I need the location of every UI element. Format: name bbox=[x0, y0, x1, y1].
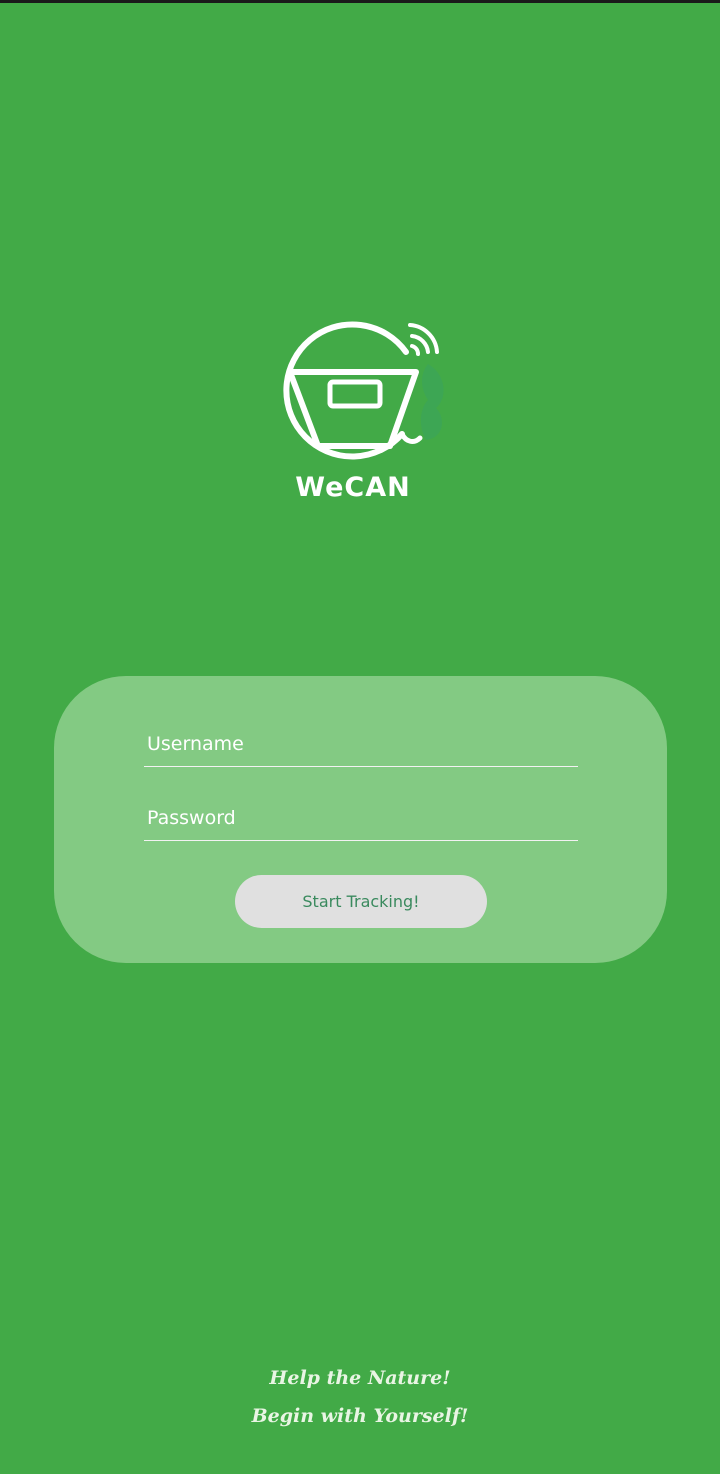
wecan-bin-wifi-icon bbox=[283, 321, 444, 460]
password-field bbox=[144, 796, 578, 841]
login-card: Start Tracking! bbox=[54, 676, 667, 963]
logo-wordmark: WeCAN bbox=[295, 472, 411, 503]
slogan-line-2: Begin with Yourself! bbox=[251, 1405, 469, 1427]
slogan-line-1: Help the Nature! bbox=[269, 1367, 451, 1389]
app-logo: WeCAN bbox=[278, 316, 450, 512]
password-input[interactable] bbox=[144, 796, 578, 840]
status-bar bbox=[0, 0, 720, 3]
username-input[interactable] bbox=[144, 722, 578, 766]
username-field bbox=[144, 722, 578, 767]
start-tracking-button[interactable]: Start Tracking! bbox=[235, 875, 487, 928]
